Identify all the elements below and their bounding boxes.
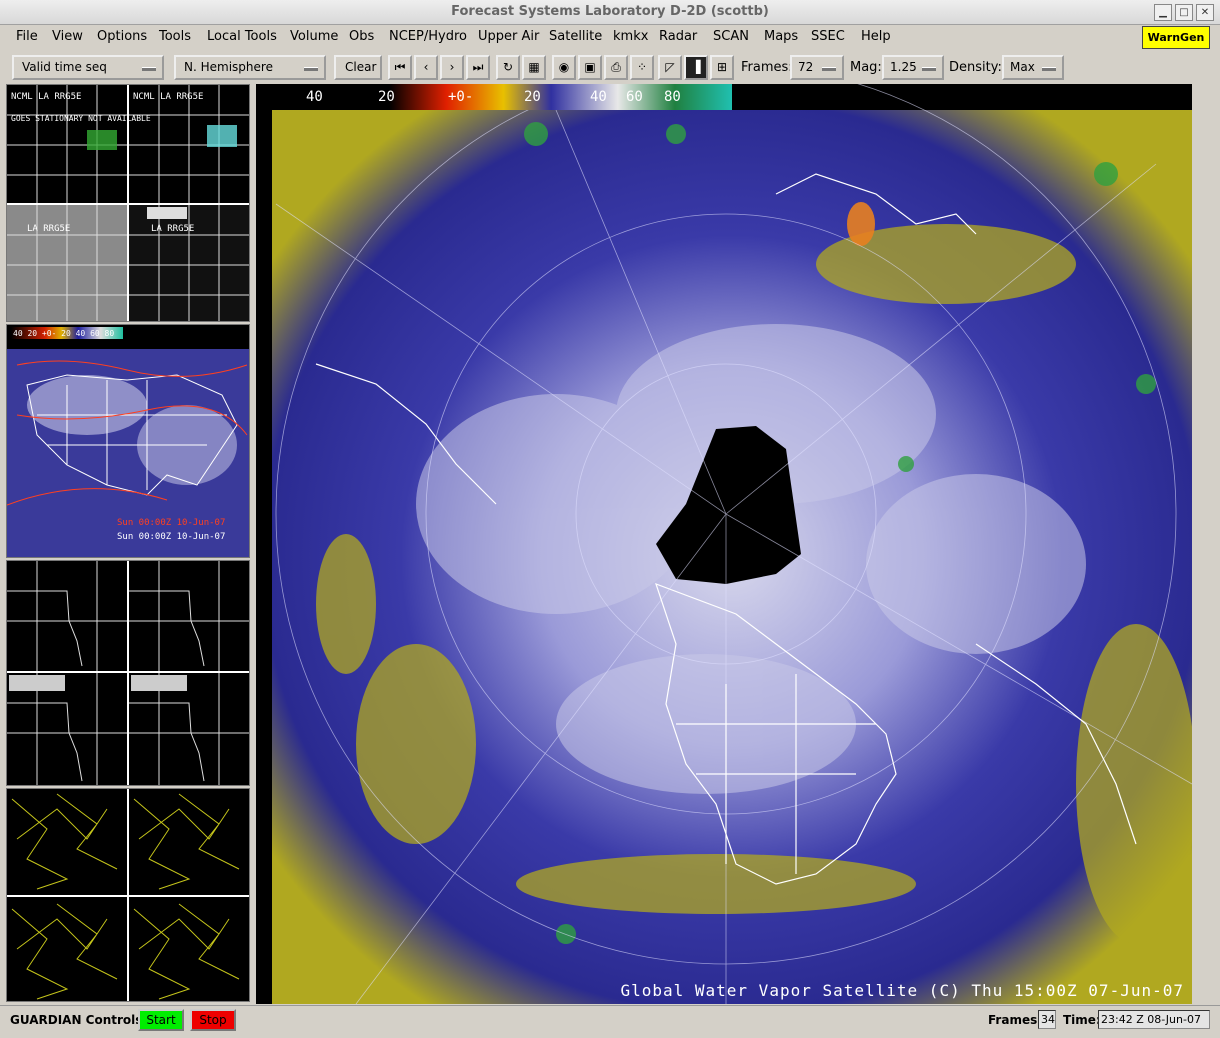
menu-ssec[interactable]: SSEC xyxy=(811,29,845,44)
menu-satellite[interactable]: Satellite xyxy=(549,29,602,44)
status-time-label: Time: xyxy=(1063,1013,1101,1027)
menu-upper-air[interactable]: Upper Air xyxy=(478,29,539,44)
image-properties-icon[interactable]: ▦ xyxy=(522,55,546,80)
stop-button[interactable]: Stop xyxy=(190,1009,236,1031)
time-seq-label: Valid time seq xyxy=(22,60,107,74)
status-bar: GUARDIAN Controls: Start Stop Frames: 34… xyxy=(0,1005,1220,1038)
toolbar: Valid time seq N. Hemisphere Clear ⏮ ‹ ›… xyxy=(4,52,1216,84)
window-titlebar: Forecast Systems Laboratory D-2D (scottb… xyxy=(0,0,1220,25)
step-forward-icon[interactable]: › xyxy=(440,55,464,80)
menu-ncep-hydro[interactable]: NCEP/Hydro xyxy=(389,29,467,44)
maximize-button[interactable]: □ xyxy=(1175,4,1193,21)
frames-value: 72 xyxy=(798,60,814,74)
pane2-colorbar: 40 20 +0- 20 40 60 80 xyxy=(13,329,114,338)
clear-button[interactable]: Clear xyxy=(334,55,382,80)
menu-bar: File View Options Tools Local Tools Volu… xyxy=(4,25,1216,50)
pane2-time2: Sun 00:00Z 10-Jun-07 xyxy=(117,532,225,542)
pane1-sub-a: LA RRG5E xyxy=(27,224,70,234)
thumbnail-pane-2[interactable]: 40 20 +0- 20 40 60 80 Sun 00:00Z 10-Jun-… xyxy=(6,324,250,558)
time-seq-dropdown[interactable]: Valid time seq xyxy=(12,55,164,80)
guardian-label: GUARDIAN Controls: xyxy=(10,1013,148,1027)
mag-dropdown[interactable]: 1.25 xyxy=(882,55,944,80)
menu-local-tools[interactable]: Local Tools xyxy=(207,29,277,44)
warngen-button[interactable]: WarnGen xyxy=(1142,26,1210,49)
menu-radar[interactable]: Radar xyxy=(659,29,697,44)
map-title: Global Water Vapor Satellite (C) Thu 15:… xyxy=(620,981,1184,1000)
last-frame-icon[interactable]: ⏭ xyxy=(466,55,490,80)
pane1-note: GOES STATIONARY NOT AVAILABLE xyxy=(11,114,151,123)
points-icon[interactable]: ⁘ xyxy=(630,55,654,80)
zoom-icon[interactable]: ◉ xyxy=(552,55,576,80)
density-value: Max xyxy=(1010,60,1035,74)
status-frames-label: Frames: xyxy=(988,1013,1043,1027)
mag-label: Mag: xyxy=(850,60,882,75)
cb-tick-4: 40 xyxy=(590,89,607,105)
projection-dropdown[interactable]: N. Hemisphere xyxy=(174,55,326,80)
cb-tick-5: 60 xyxy=(626,89,643,105)
four-pane-icon[interactable]: ⊞ xyxy=(710,55,734,80)
single-pane-icon[interactable]: ▐ xyxy=(684,55,708,80)
side-panel: NCML LA RRG5E NCML LA RRG5E GOES STATION… xyxy=(4,84,250,1004)
menu-maps[interactable]: Maps xyxy=(764,29,798,44)
frames-dropdown[interactable]: 72 xyxy=(790,55,844,80)
pane1-label-b: NCML LA RRG5E xyxy=(133,92,203,102)
status-frames-value: 34 xyxy=(1038,1010,1056,1029)
cb-tick-0: 40 xyxy=(306,89,323,105)
pane1-label-a: NCML LA RRG5E xyxy=(11,92,81,102)
pane2-time1: Sun 00:00Z 10-Jun-07 xyxy=(117,518,225,528)
cb-tick-3: 20 xyxy=(524,89,541,105)
main-map-pane[interactable]: 40 20 +0- 20 40 60 80 Global Water Vapor… xyxy=(256,84,1192,1004)
cb-tick-1: 20 xyxy=(378,89,395,105)
baselines-icon[interactable]: ◸ xyxy=(658,55,682,80)
density-label: Density: xyxy=(949,60,1002,75)
menu-obs[interactable]: Obs xyxy=(349,29,374,44)
loop-icon[interactable]: ↻ xyxy=(496,55,520,80)
minimize-button[interactable]: ▁ xyxy=(1154,4,1172,21)
frames-label: Frames: xyxy=(741,60,793,75)
thumbnail-3-map xyxy=(7,561,249,785)
thumbnail-pane-1[interactable]: NCML LA RRG5E NCML LA RRG5E GOES STATION… xyxy=(6,84,250,322)
menu-options[interactable]: Options xyxy=(97,29,147,44)
density-dropdown[interactable]: Max xyxy=(1002,55,1064,80)
pane1-sub-b: LA RRG5E xyxy=(151,224,194,234)
menu-view[interactable]: View xyxy=(52,29,83,44)
step-back-icon[interactable]: ‹ xyxy=(414,55,438,80)
menu-scan[interactable]: SCAN xyxy=(713,29,749,44)
menu-file[interactable]: File xyxy=(16,29,38,44)
water-vapor-image: 40 20 +0- 20 40 60 80 xyxy=(256,84,1192,1004)
thumbnail-1-map: NCML LA RRG5E NCML LA RRG5E GOES STATION… xyxy=(7,85,249,321)
thumbnail-4-plots xyxy=(7,789,249,1001)
thumbnail-pane-3[interactable] xyxy=(6,560,250,786)
thumbnail-pane-4[interactable] xyxy=(6,788,250,1002)
cb-tick-2: +0- xyxy=(448,89,473,105)
menu-volume[interactable]: Volume xyxy=(290,29,338,44)
first-frame-icon[interactable]: ⏮ xyxy=(388,55,412,80)
mag-value: 1.25 xyxy=(890,60,917,74)
cb-tick-6: 80 xyxy=(664,89,681,105)
menu-help[interactable]: Help xyxy=(861,29,891,44)
print-icon[interactable]: ⎙ xyxy=(604,55,628,80)
window-title: Forecast Systems Laboratory D-2D (scottb… xyxy=(451,4,769,19)
thumbnail-2-map: 40 20 +0- 20 40 60 80 Sun 00:00Z 10-Jun-… xyxy=(7,325,249,557)
start-button[interactable]: Start xyxy=(138,1009,184,1031)
projection-label: N. Hemisphere xyxy=(184,60,273,74)
status-time-value: 23:42 Z 08-Jun-07 xyxy=(1098,1010,1210,1029)
close-button[interactable]: ✕ xyxy=(1196,4,1214,21)
main-colorbar xyxy=(256,84,732,110)
swap-pane-icon[interactable]: ▣ xyxy=(578,55,602,80)
menu-kmkx[interactable]: kmkx xyxy=(613,29,648,44)
menu-tools[interactable]: Tools xyxy=(159,29,191,44)
